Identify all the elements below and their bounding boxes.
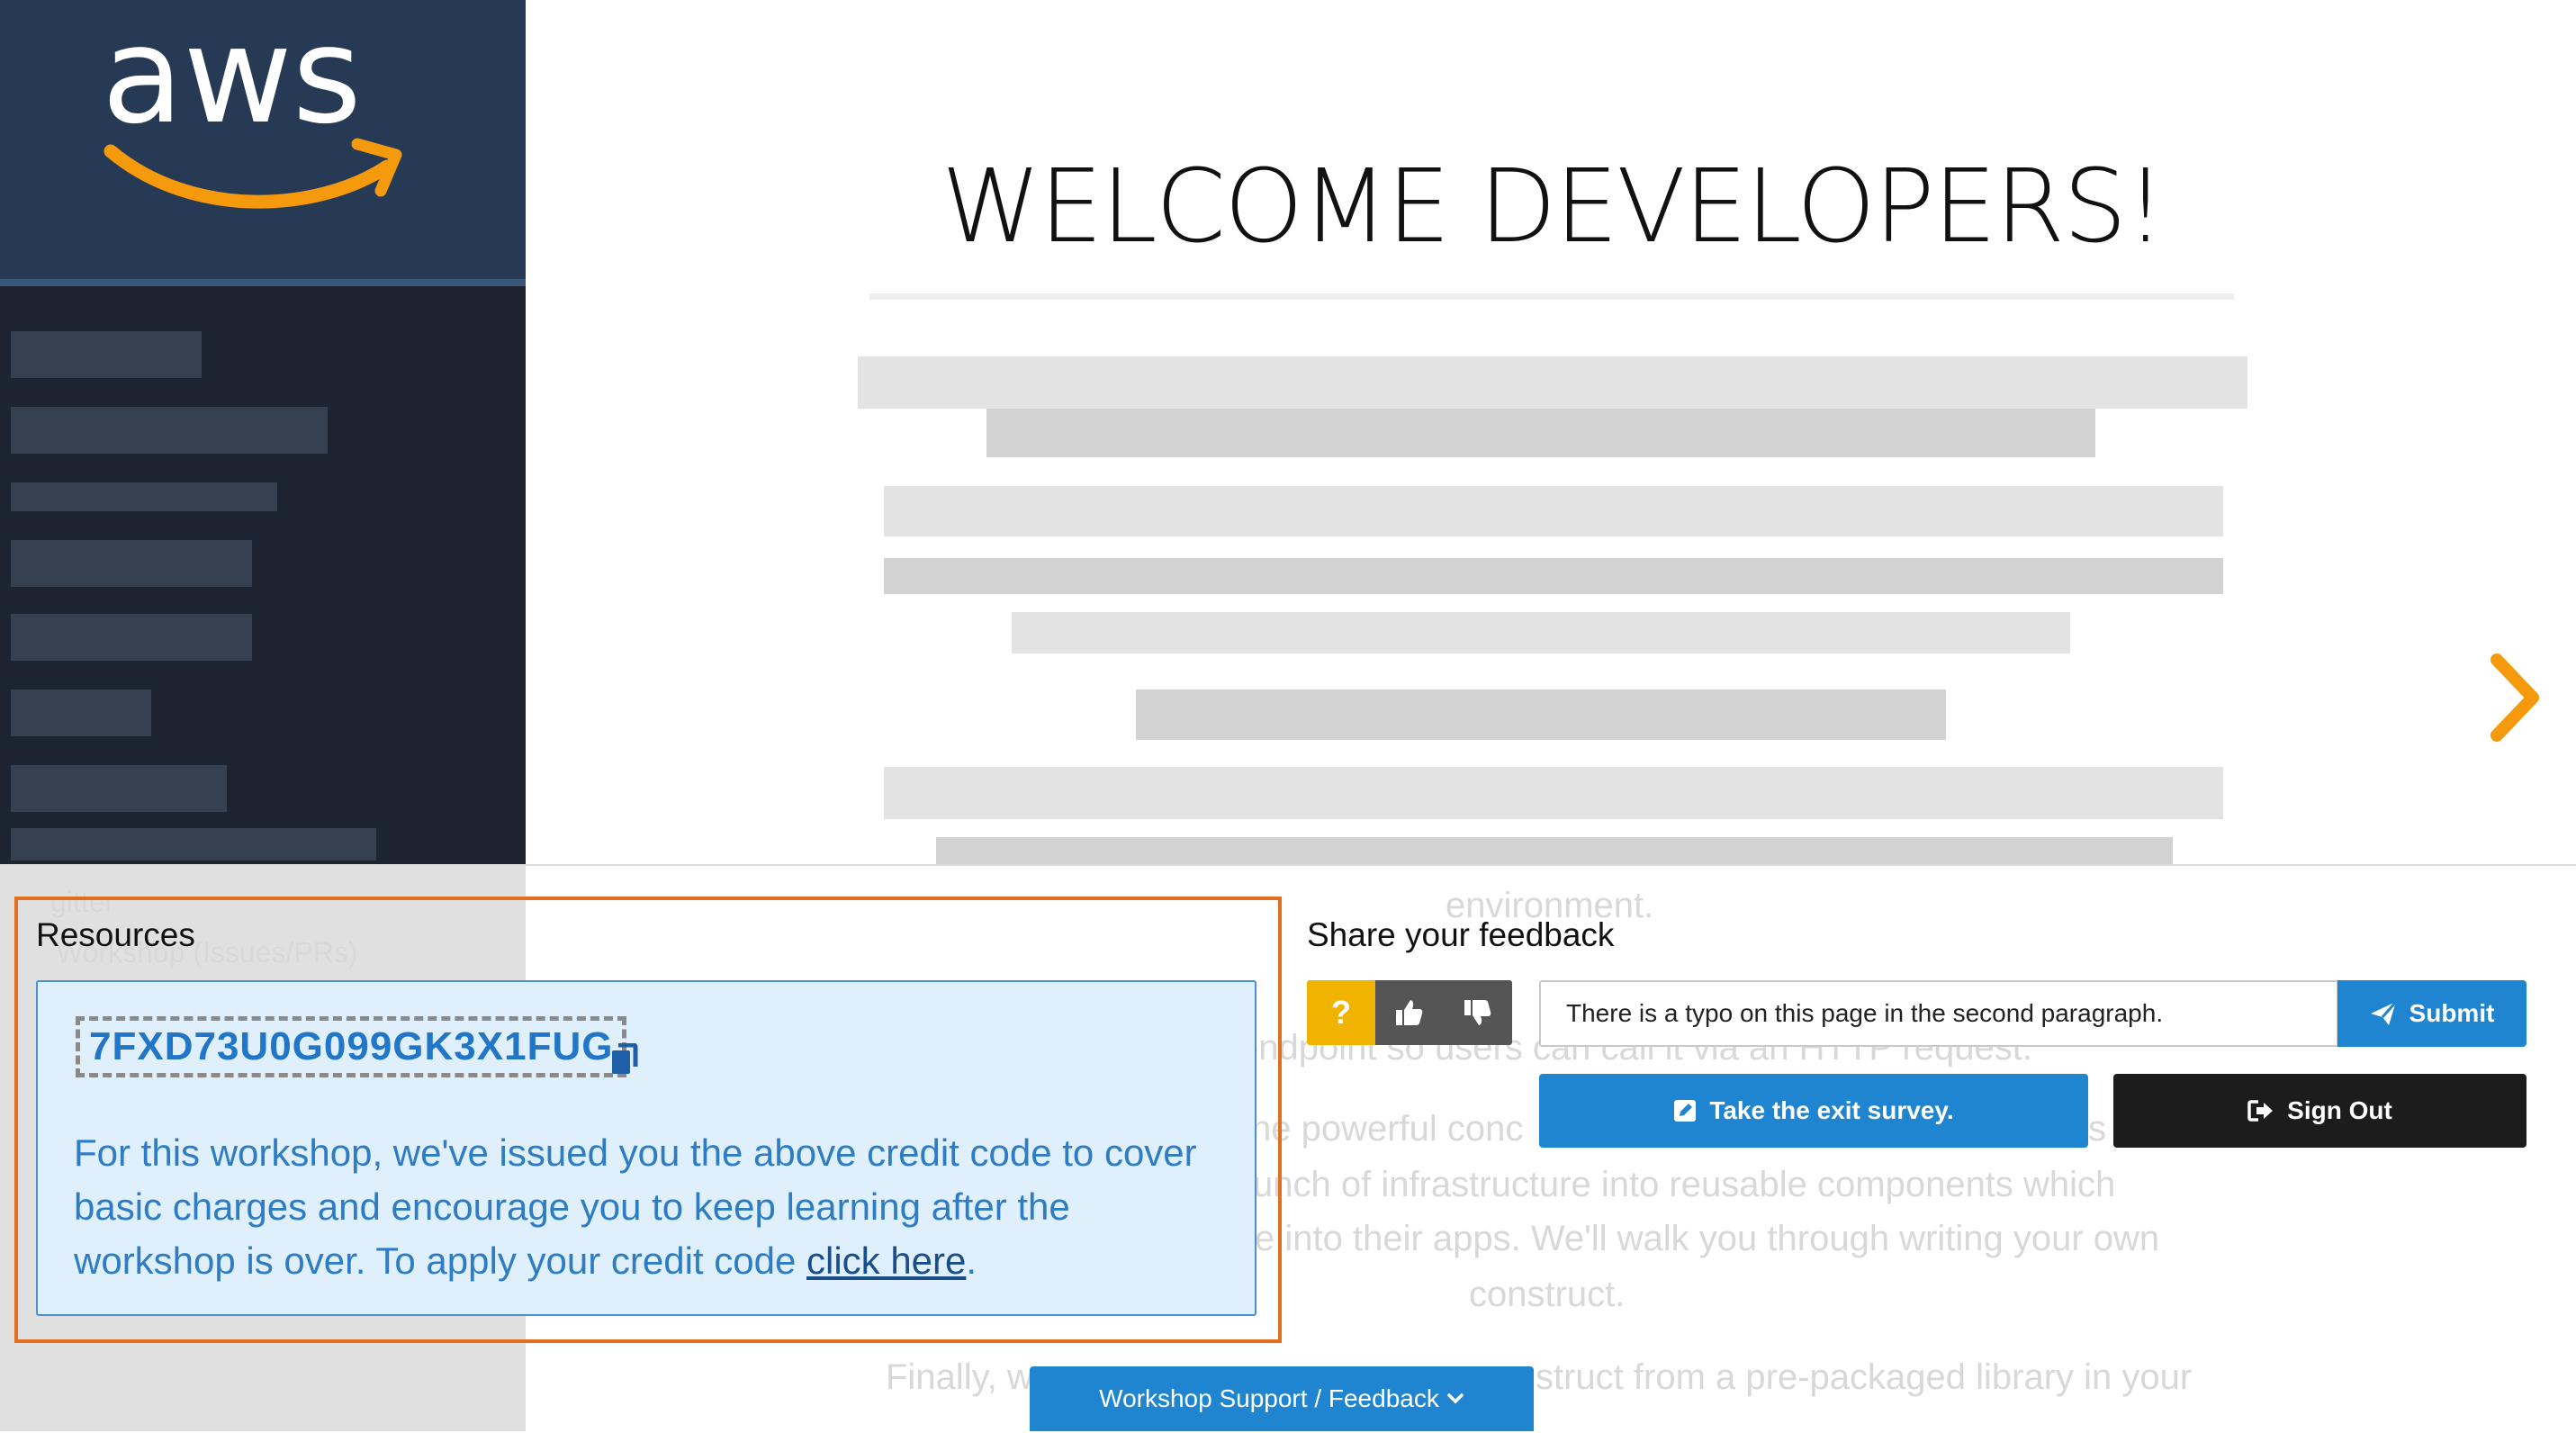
workshop-support-tab[interactable]: Workshop Support / Feedback <box>1030 1366 1534 1431</box>
feedback-title: Share your feedback <box>1307 916 1615 953</box>
sign-out-icon <box>2247 1100 2274 1122</box>
credit-code[interactable]: 7FXD73U0G099GK3X1FUG <box>76 1016 627 1077</box>
svg-text:aws: aws <box>102 18 362 153</box>
sidebar-nav-item[interactable] <box>11 614 252 661</box>
sidebar-nav-item[interactable] <box>11 540 252 587</box>
background-text-line: s <box>2088 1109 2106 1149</box>
thumbs-up-button[interactable] <box>1375 980 1444 1045</box>
thumbs-down-button[interactable] <box>1444 980 1512 1045</box>
apply-credit-link[interactable]: click here <box>806 1239 966 1282</box>
feedback-input[interactable] <box>1539 980 2338 1047</box>
credit-code-description: For this workshop, we've issued you the … <box>74 1131 1197 1282</box>
aws-logo-area: aws <box>0 0 526 286</box>
sidebar-nav-item[interactable] <box>11 482 277 511</box>
background-text-line: Finally, w <box>886 1357 1033 1397</box>
chevron-down-icon <box>1447 1393 1464 1404</box>
thumbs-down-icon <box>1464 1000 1491 1025</box>
page-title: WELCOME DEVELOPERS! <box>941 149 2166 266</box>
background-text-line: construct. <box>1469 1275 1626 1314</box>
resources-title: Resources <box>36 916 195 953</box>
sidebar-nav-item[interactable] <box>11 689 151 736</box>
credit-code-card: 7FXD73U0G099GK3X1FUG For this workshop, … <box>36 980 1256 1316</box>
aws-logo[interactable]: aws <box>95 18 419 216</box>
background-text-line: struct from a pre-packaged library in yo… <box>1536 1357 2193 1397</box>
send-icon <box>2370 1001 2397 1025</box>
copy-icon[interactable] <box>610 1043 639 1076</box>
edit-icon <box>1674 1100 1697 1122</box>
title-divider <box>869 293 2234 300</box>
submit-button[interactable]: Submit <box>2337 980 2526 1047</box>
rating-buttons: ? <box>1307 980 1512 1045</box>
sidebar-nav-item[interactable] <box>11 407 328 454</box>
background-text-line: he powerful conc <box>1251 1109 1524 1149</box>
sidebar-nav-item[interactable] <box>11 765 227 812</box>
sidebar-nav-item[interactable] <box>11 331 202 378</box>
background-text-line: e into their apps. We'll walk you throug… <box>1255 1219 2160 1258</box>
thumbs-up-icon <box>1396 1000 1423 1025</box>
sign-out-button[interactable]: Sign Out <box>2113 1074 2526 1148</box>
sidebar-nav-item[interactable] <box>11 828 376 861</box>
exit-survey-button[interactable]: Take the exit survey. <box>1539 1074 2088 1148</box>
chevron-right-icon[interactable] <box>2484 653 2547 743</box>
background-text-line: unch of infrastructure into reusable com… <box>1253 1165 2116 1204</box>
rating-question-button[interactable]: ? <box>1307 980 1375 1045</box>
